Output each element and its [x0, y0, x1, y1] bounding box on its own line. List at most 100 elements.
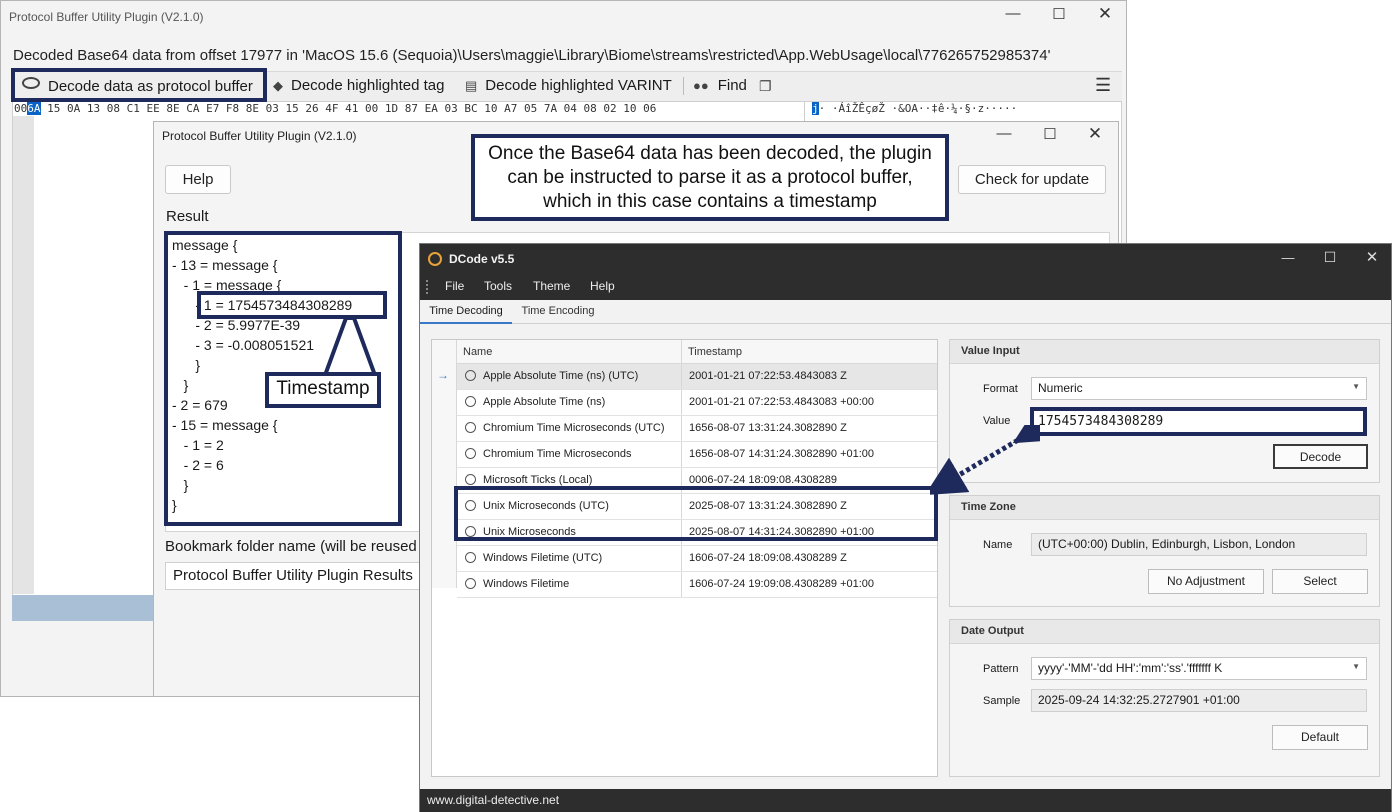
- row-timestamp: 2001-01-21 07:22:53.4843083 Z: [689, 370, 847, 382]
- dcode-logo-icon: [428, 252, 442, 266]
- outer-minimize-button[interactable]: —: [993, 5, 1033, 22]
- clock-icon: [465, 474, 476, 485]
- pattern-select[interactable]: yyyy'-'MM'-'dd HH':'mm':'ss'.'fffffff K …: [1031, 657, 1367, 680]
- row-timestamp: 1606-07-24 19:09:08.4308289 +01:00: [689, 578, 875, 590]
- unix-rows-highlight-box: [454, 486, 938, 541]
- table-row[interactable]: Chromium Time Microseconds 1656-08-07 14:…: [457, 442, 937, 468]
- tz-name-field: (UTC+00:00) Dublin, Edinburgh, Lisbon, L…: [1031, 533, 1367, 556]
- date-output-title: Date Output: [961, 625, 1024, 637]
- decoded-info-text: Decoded Base64 data from offset 17977 in…: [13, 47, 1051, 64]
- plugin-maximize-button[interactable]: ☐: [1030, 125, 1070, 143]
- dcode-statusbar: [420, 789, 1391, 812]
- sample-field: 2025-09-24 14:32:25.2727901 +01:00: [1031, 689, 1367, 712]
- bookmark-input[interactable]: Protocol Buffer Utility Plugin Results: [165, 562, 430, 590]
- row-cell-divider: [681, 364, 682, 389]
- sample-label: Sample: [983, 695, 1021, 707]
- help-button[interactable]: Help: [165, 165, 231, 194]
- tab-time-encoding[interactable]: Time Encoding: [516, 301, 600, 323]
- table-row[interactable]: Windows Filetime 1606-07-24 19:09:08.4308…: [457, 572, 937, 598]
- default-button[interactable]: Default: [1272, 725, 1368, 750]
- value-input-title: Value Input: [961, 345, 1020, 357]
- clock-icon: [465, 552, 476, 563]
- row-cell-divider: [681, 442, 682, 467]
- table-row[interactable]: Chromium Time Microseconds (UTC) 1656-08-…: [457, 416, 937, 442]
- outer-maximize-button[interactable]: ☐: [1039, 5, 1079, 23]
- hex-offset: 00: [14, 102, 28, 115]
- row-timestamp: 1656-08-07 14:31:24.3082890 +01:00: [689, 448, 875, 460]
- menubar-grip: [426, 280, 428, 294]
- hamburger-menu-icon[interactable]: ☰: [1095, 75, 1111, 96]
- menu-file[interactable]: File: [445, 279, 464, 293]
- decode-button[interactable]: Decode: [1273, 444, 1368, 469]
- column-timestamp-header[interactable]: Timestamp: [688, 346, 742, 358]
- row-timestamp: 1656-08-07 13:31:24.3082890 Z: [689, 422, 847, 434]
- menu-help[interactable]: Help: [590, 279, 615, 293]
- hex-gutter: [13, 116, 34, 594]
- table-row[interactable]: Apple Absolute Time (ns) 2001-01-21 07:22…: [457, 390, 937, 416]
- status-link[interactable]: www.digital-detective.net: [427, 793, 559, 807]
- dcode-titlebar: [420, 244, 1391, 274]
- clock-icon: [465, 396, 476, 407]
- clock-icon: [465, 370, 476, 381]
- outer-window-title: Protocol Buffer Utility Plugin (V2.1.0): [9, 10, 204, 24]
- row-timestamp: 1606-07-24 18:09:08.4308289 Z: [689, 552, 847, 564]
- check-update-button[interactable]: Check for update: [958, 165, 1106, 194]
- dcode-maximize-button[interactable]: ☐: [1310, 249, 1350, 266]
- decode-tag-label: Decode highlighted tag: [291, 77, 445, 94]
- tz-select-button[interactable]: Select: [1272, 569, 1368, 594]
- no-adjustment-button[interactable]: No Adjustment: [1148, 569, 1264, 594]
- decode-pb-highlight-box: [11, 68, 267, 102]
- row-cell-divider: [681, 546, 682, 571]
- grid-header: [432, 340, 937, 364]
- row-cell-divider: [681, 390, 682, 415]
- tab-time-decoding-label: Time Decoding: [429, 305, 503, 317]
- row-name: Windows Filetime: [483, 578, 570, 590]
- tab-time-decoding[interactable]: Time Decoding: [420, 301, 512, 324]
- outer-close-button[interactable]: ✕: [1085, 4, 1125, 24]
- time-zone-title: Time Zone: [961, 501, 1016, 513]
- decode-varint-button[interactable]: ▤ Decode highlighted VARINT: [465, 77, 672, 94]
- row-name: Windows Filetime (UTC): [483, 552, 603, 564]
- hex-separator: [804, 102, 805, 122]
- hex-bytes: 15 0A 13 08 C1 EE 8E CA E7 F8 8E 03 15 2…: [47, 102, 657, 115]
- dcode-minimize-button[interactable]: —: [1268, 250, 1308, 265]
- copy-icon[interactable]: ❐: [759, 78, 772, 95]
- hex-line: 006A 15 0A 13 08 C1 EE 8E CA E7 F8 8E 03…: [14, 102, 656, 115]
- row-name: Apple Absolute Time (ns) (UTC): [483, 370, 639, 382]
- menu-theme[interactable]: Theme: [533, 279, 570, 293]
- decode-varint-label: Decode highlighted VARINT: [485, 77, 672, 94]
- table-row[interactable]: Apple Absolute Time (ns) (UTC) 2001-01-21…: [457, 364, 937, 390]
- document-icon: ▤: [465, 78, 478, 93]
- format-label: Format: [983, 383, 1018, 395]
- clock-icon: [465, 448, 476, 459]
- outer-scrollbar[interactable]: [12, 595, 157, 621]
- row-timestamp: 0006-07-24 18:09:08.4308289: [689, 474, 838, 486]
- binoculars-icon: ●●: [693, 78, 709, 93]
- row-cell-divider: [681, 416, 682, 441]
- row-timestamp: 2001-01-21 07:22:53.4843083 +00:00: [689, 396, 875, 408]
- ascii-line: j· ·ÁîŽÊçøŽ ·&OA··‡ê·¼·§·z·····: [812, 102, 1017, 115]
- value-highlight-box: [1030, 407, 1367, 436]
- tab-time-encoding-label: Time Encoding: [521, 305, 595, 317]
- row-cell-divider: [681, 572, 682, 597]
- row-name: Microsoft Ticks (Local): [483, 474, 593, 486]
- column-name-header[interactable]: Name: [463, 346, 492, 358]
- plugin-minimize-button[interactable]: —: [984, 125, 1024, 142]
- row-name: Apple Absolute Time (ns): [483, 396, 606, 408]
- menu-tools[interactable]: Tools: [484, 279, 512, 293]
- dcode-close-button[interactable]: ✕: [1352, 248, 1392, 266]
- info-callout-text: Once the Base64 data has been decoded, t…: [488, 143, 932, 212]
- plugin-close-button[interactable]: ✕: [1075, 124, 1115, 144]
- format-select[interactable]: Numeric ▼: [1031, 377, 1367, 400]
- grid-rows: Apple Absolute Time (ns) (UTC) 2001-01-21…: [457, 364, 937, 598]
- plugin-window-title: Protocol Buffer Utility Plugin (V2.1.0): [162, 129, 357, 143]
- table-row[interactable]: Windows Filetime (UTC) 1606-07-24 18:09:0…: [457, 546, 937, 572]
- find-button[interactable]: ●● Find: [693, 77, 747, 94]
- current-row-arrow-icon: →: [437, 368, 449, 382]
- chevron-down-icon: ▼: [1352, 382, 1360, 391]
- decode-tag-button[interactable]: ◆ Decode highlighted tag: [273, 77, 444, 94]
- row-name: Chromium Time Microseconds (UTC): [483, 422, 665, 434]
- clock-icon: [465, 578, 476, 589]
- hex-selected-byte[interactable]: 6A: [27, 102, 41, 115]
- ascii-selected-char[interactable]: j: [812, 102, 819, 115]
